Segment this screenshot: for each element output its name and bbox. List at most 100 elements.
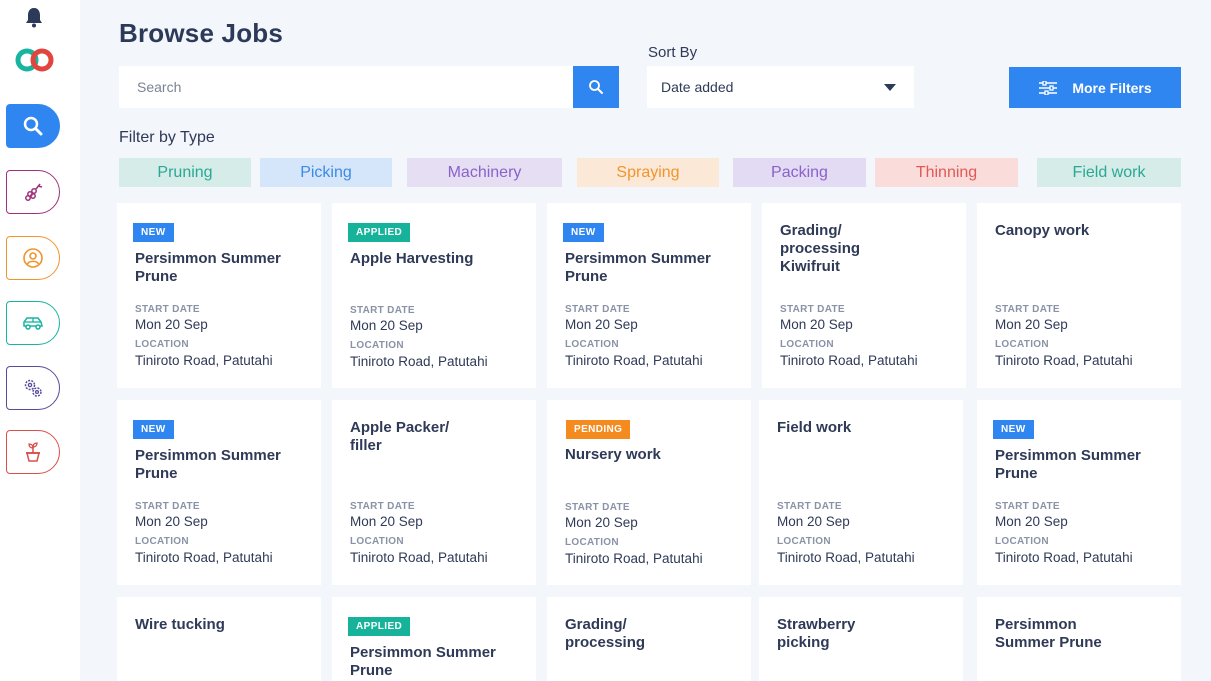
start-date-value: Mon 20 Sep xyxy=(780,317,853,332)
more-filters-label: More Filters xyxy=(1072,79,1152,96)
start-date-label: START DATE xyxy=(777,501,842,512)
job-title: Nursery work xyxy=(565,446,661,463)
start-date-value: Mon 20 Sep xyxy=(995,317,1068,332)
job-title: Persimmon Summer Prune xyxy=(995,616,1102,651)
grapes-icon xyxy=(25,183,43,201)
location-label: LOCATION xyxy=(995,536,1049,547)
sort-selected-value: Date added xyxy=(661,79,734,95)
start-date-value: Mon 20 Sep xyxy=(135,317,208,332)
search-icon xyxy=(23,116,43,136)
bell-icon[interactable] xyxy=(24,6,44,28)
nav-transport-button[interactable] xyxy=(6,301,60,345)
job-title: Grading/ processing Kiwifruit xyxy=(780,222,861,275)
logo-icon xyxy=(15,48,54,72)
job-title: Apple Packer/ filler xyxy=(350,419,450,454)
nav-search-button[interactable] xyxy=(6,104,60,148)
location-value: Tiniroto Road, Patutahi xyxy=(135,550,273,565)
job-card[interactable]: APPLIED Apple Harvesting START DATE Mon … xyxy=(332,203,536,388)
chip-picking[interactable]: Picking xyxy=(260,158,392,187)
location-label: LOCATION xyxy=(780,339,834,350)
job-card[interactable]: Field work START DATE Mon 20 Sep LOCATIO… xyxy=(759,400,963,585)
start-date-value: Mon 20 Sep xyxy=(777,514,850,529)
location-label: LOCATION xyxy=(135,339,189,350)
more-filters-button[interactable]: More Filters xyxy=(1009,67,1181,108)
job-title: Wire tucking xyxy=(135,616,225,633)
chevron-down-icon xyxy=(884,84,896,91)
start-date-value: Mon 20 Sep xyxy=(995,514,1068,529)
start-date-value: Mon 20 Sep xyxy=(565,317,638,332)
status-badge: APPLIED xyxy=(348,223,411,242)
start-date-label: START DATE xyxy=(995,501,1060,512)
page-title: Browse Jobs xyxy=(119,18,284,48)
job-title: Apple Harvesting xyxy=(350,250,474,267)
location-value: Tiniroto Road, Patutahi xyxy=(777,550,915,565)
job-title: Strawberry picking xyxy=(777,616,856,651)
start-date-label: START DATE xyxy=(135,304,200,315)
start-date-label: START DATE xyxy=(995,304,1060,315)
nav-grapes-button[interactable] xyxy=(6,170,60,214)
start-date-value: Mon 20 Sep xyxy=(350,318,423,333)
location-label: LOCATION xyxy=(565,339,619,350)
job-card[interactable]: Persimmon Summer Prune xyxy=(977,597,1181,681)
chip-packing[interactable]: Packing xyxy=(733,158,866,187)
gears-icon xyxy=(24,379,42,397)
car-icon xyxy=(23,317,43,330)
sort-label: Sort By xyxy=(648,44,698,61)
chip-pruning[interactable]: Pruning xyxy=(119,158,251,187)
job-card[interactable]: NEW Persimmon Summer Prune START DATE Mo… xyxy=(117,203,321,388)
status-badge: NEW xyxy=(993,420,1034,439)
nav-plants-button[interactable] xyxy=(6,430,60,474)
start-date-label: START DATE xyxy=(565,502,630,513)
job-card[interactable]: PENDING Nursery work START DATE Mon 20 S… xyxy=(547,400,751,585)
job-card[interactable]: APPLIED Persimmon Summer Prune xyxy=(332,597,536,681)
job-card[interactable]: NEW Persimmon Summer Prune START DATE Mo… xyxy=(977,400,1181,585)
job-title: Persimmon Summer Prune xyxy=(135,447,281,482)
nav-profile-button[interactable] xyxy=(6,236,60,280)
job-title: Persimmon Summer Prune xyxy=(995,447,1141,482)
location-value: Tiniroto Road, Patutahi xyxy=(350,550,488,565)
location-value: Tiniroto Road, Patutahi xyxy=(995,550,1133,565)
sidebar xyxy=(0,0,80,681)
nav-settings-button[interactable] xyxy=(6,366,60,410)
location-value: Tiniroto Road, Patutahi xyxy=(995,353,1133,368)
search-input[interactable] xyxy=(119,66,573,108)
sort-dropdown[interactable]: Date added xyxy=(647,66,914,108)
status-badge: NEW xyxy=(133,223,174,242)
location-label: LOCATION xyxy=(350,340,404,351)
status-badge: NEW xyxy=(563,223,604,242)
job-card[interactable]: Grading/ processing Kiwifruit START DATE… xyxy=(762,203,966,388)
search-button[interactable] xyxy=(573,66,619,108)
chip-thinning[interactable]: Thinning xyxy=(875,158,1018,187)
sliders-icon xyxy=(1039,80,1058,95)
location-label: LOCATION xyxy=(135,536,189,547)
job-card[interactable]: NEW Persimmon Summer Prune START DATE Mo… xyxy=(117,400,321,585)
filter-by-type-heading: Filter by Type xyxy=(119,129,215,146)
status-badge: APPLIED xyxy=(348,617,411,636)
start-date-label: START DATE xyxy=(780,304,845,315)
start-date-label: START DATE xyxy=(350,501,415,512)
location-label: LOCATION xyxy=(995,339,1049,350)
chip-spraying[interactable]: Spraying xyxy=(577,158,719,187)
location-value: Tiniroto Road, Patutahi xyxy=(780,353,918,368)
chip-machinery[interactable]: Machinery xyxy=(407,158,562,187)
job-card[interactable]: Grading/ processing xyxy=(547,597,751,681)
chip-field-work[interactable]: Field work xyxy=(1037,158,1181,187)
job-card[interactable]: Apple Packer/ filler START DATE Mon 20 S… xyxy=(332,400,536,585)
start-date-value: Mon 20 Sep xyxy=(350,514,423,529)
location-label: LOCATION xyxy=(565,537,619,548)
location-value: Tiniroto Road, Patutahi xyxy=(565,551,703,566)
job-title: Persimmon Summer Prune xyxy=(350,644,496,679)
location-value: Tiniroto Road, Patutahi xyxy=(135,353,273,368)
job-card[interactable]: Strawberry picking xyxy=(759,597,963,681)
job-title: Canopy work xyxy=(995,222,1090,239)
search-icon xyxy=(589,80,603,94)
start-date-label: START DATE xyxy=(135,501,200,512)
job-title: Field work xyxy=(777,419,852,436)
job-card[interactable]: Wire tucking xyxy=(117,597,321,681)
start-date-label: START DATE xyxy=(565,304,630,315)
status-badge: NEW xyxy=(133,420,174,439)
job-title: Persimmon Summer Prune xyxy=(565,250,711,285)
job-card[interactable]: Canopy work START DATE Mon 20 Sep LOCATI… xyxy=(977,203,1181,388)
status-badge: PENDING xyxy=(566,420,631,439)
job-card[interactable]: NEW Persimmon Summer Prune START DATE Mo… xyxy=(547,203,751,388)
